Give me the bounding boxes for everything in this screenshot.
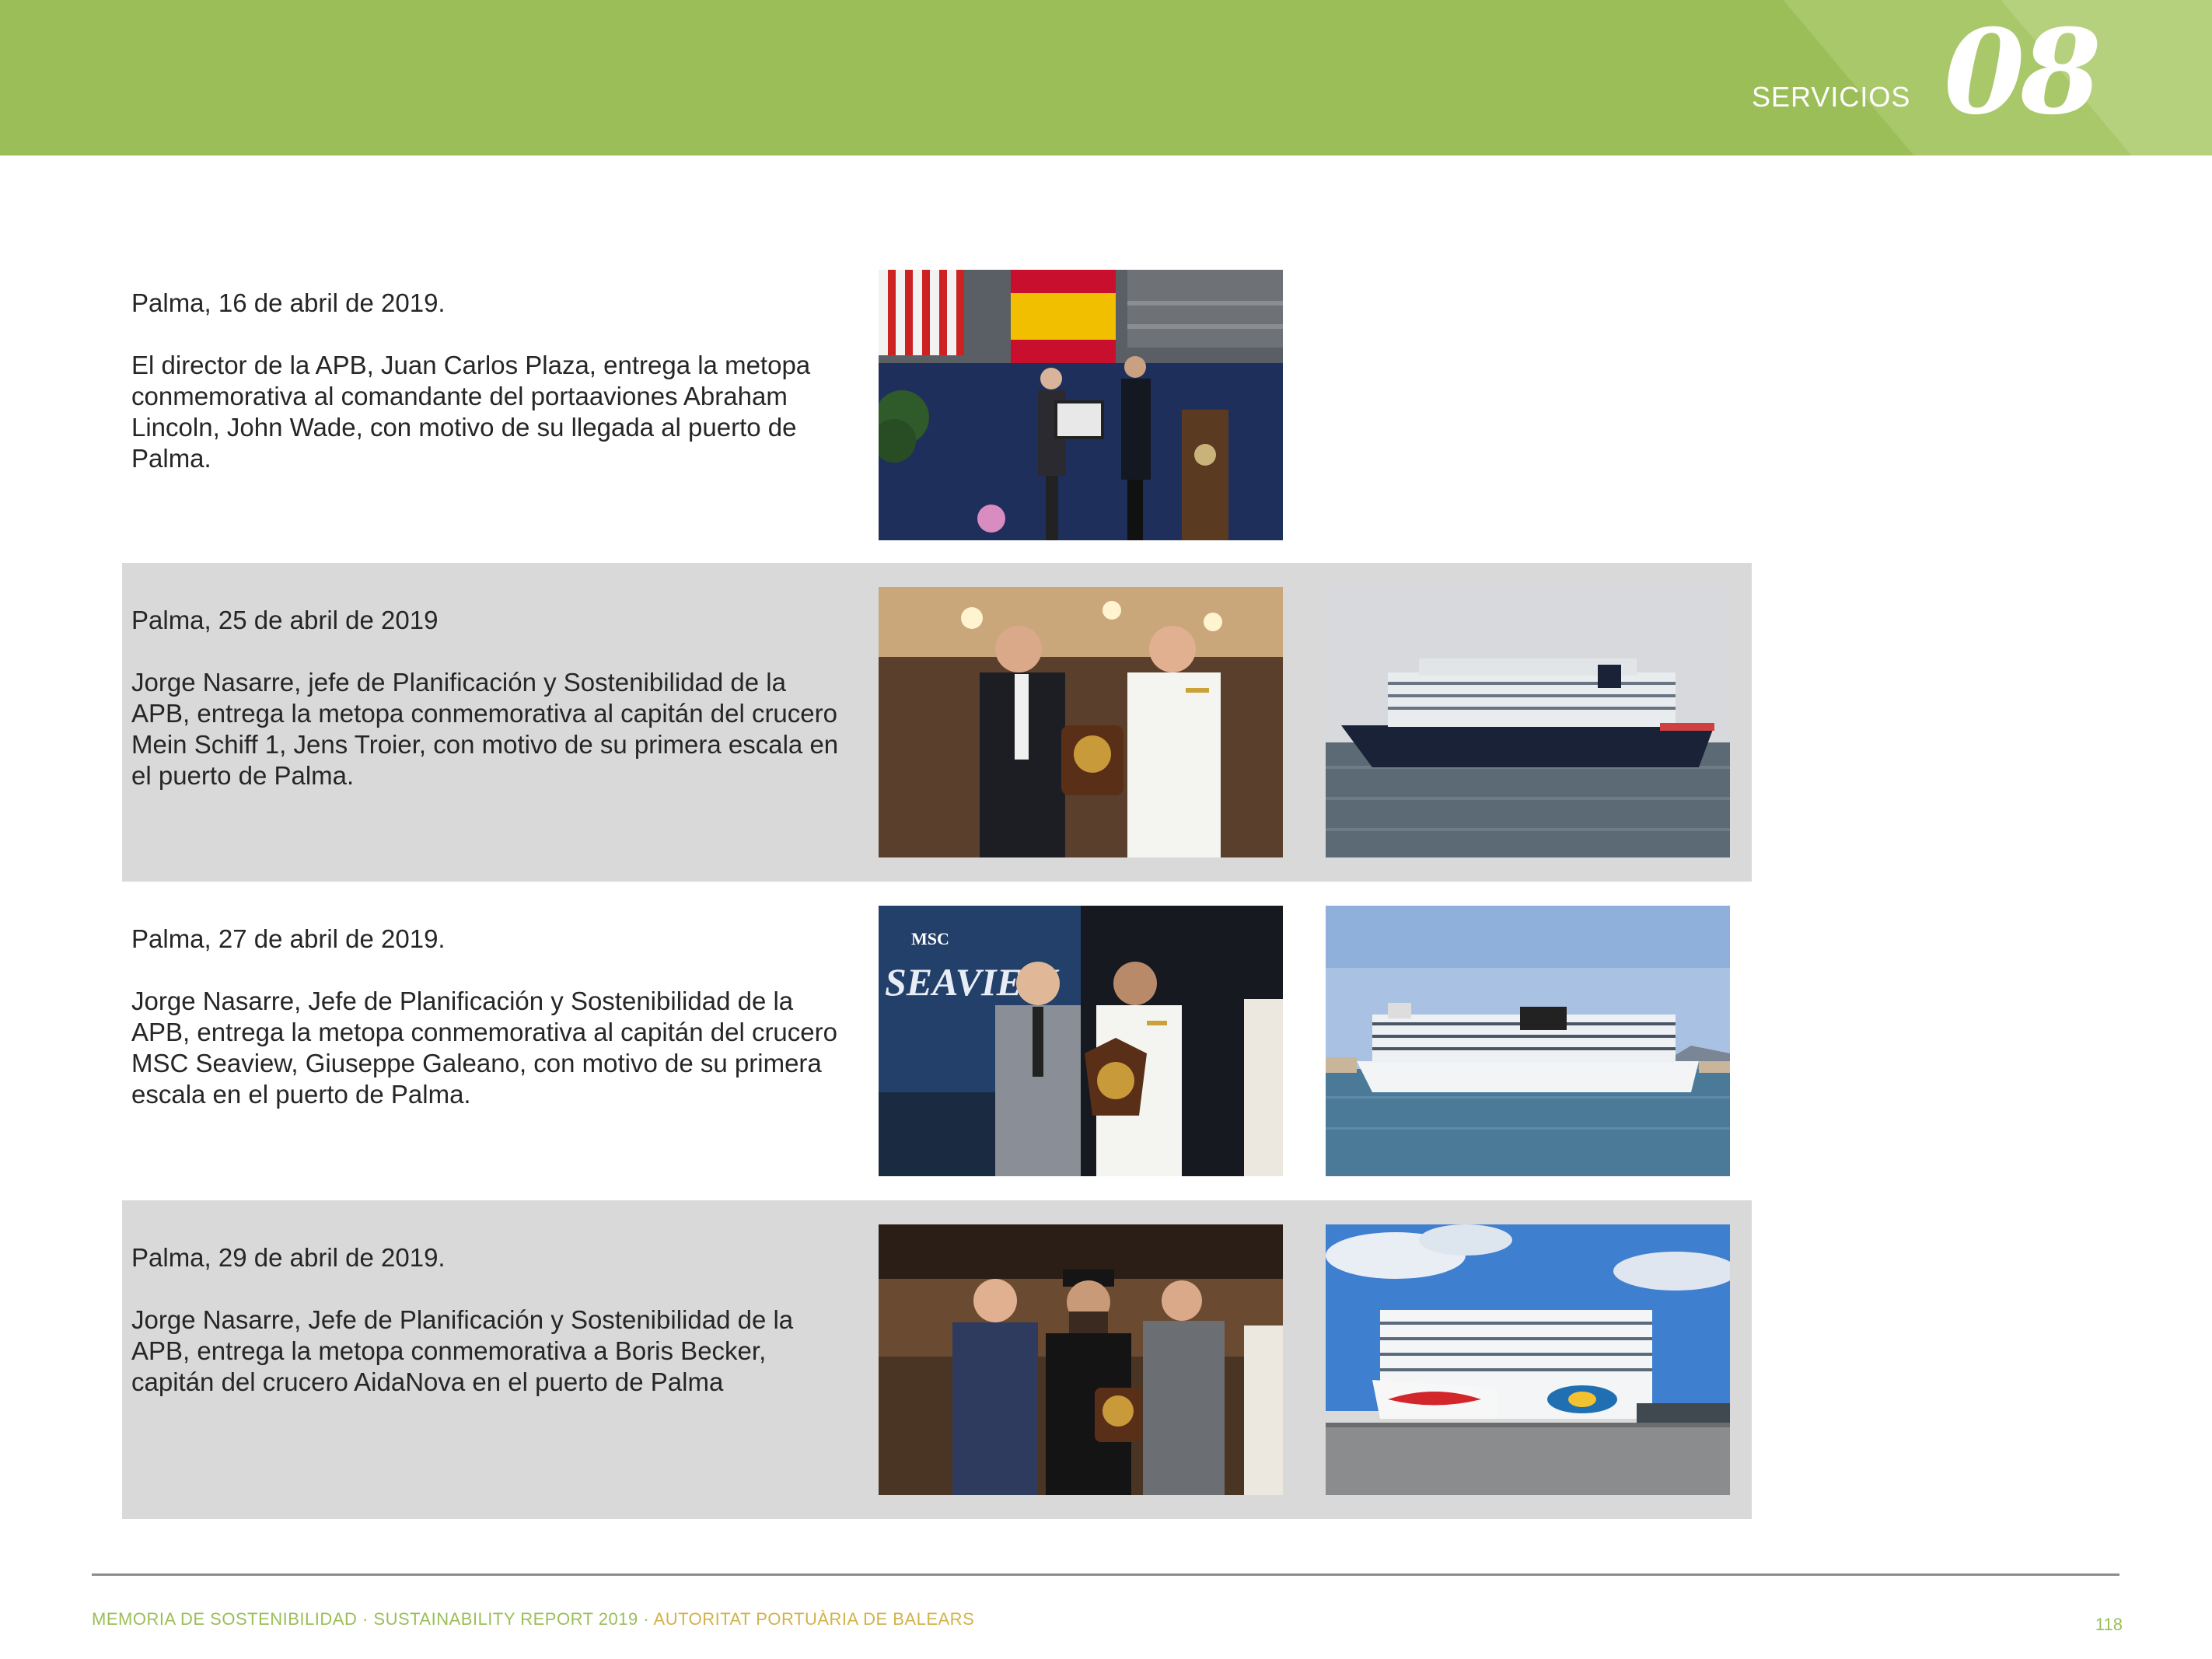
event-description: Jorge Nasarre, Jefe de Planificación y S… — [131, 1305, 794, 1396]
event-date: Palma, 27 de abril de 2019. — [131, 924, 446, 953]
msc-logo-text: MSC — [911, 929, 949, 948]
event-row-1: Palma, 16 de abril de 2019. El director … — [122, 246, 1752, 564]
event-description: Jorge Nasarre, Jefe de Planificación y S… — [131, 987, 837, 1109]
footer-report-title: MEMORIA DE SOSTENIBILIDAD · SUSTAINABILI… — [92, 1609, 974, 1629]
event-row-4: Palma, 29 de abril de 2019. Jorge Nasarr… — [122, 1200, 1752, 1519]
footer-divider — [92, 1573, 2119, 1576]
mein-schiff-ship-photo — [1326, 587, 1730, 857]
event-text: Palma, 25 de abril de 2019 Jorge Nasarre… — [131, 605, 847, 791]
event-text: Palma, 29 de abril de 2019. Jorge Nasarr… — [131, 1242, 847, 1398]
footer-report-name: MEMORIA DE SOSTENIBILIDAD · SUSTAINABILI… — [92, 1609, 654, 1629]
event-row-2: Palma, 25 de abril de 2019 Jorge Nasarre… — [122, 563, 1752, 882]
event-row-3: Palma, 27 de abril de 2019. Jorge Nasarr… — [122, 882, 1752, 1200]
event-date: Palma, 16 de abril de 2019. — [131, 288, 446, 317]
section-number: 08 — [1944, 4, 2102, 141]
footer-organization: AUTORITAT PORTUÀRIA DE BALEARS — [653, 1609, 975, 1629]
event-description: Jorge Nasarre, jefe de Planificación y S… — [131, 668, 839, 790]
plaque-handover-photo — [879, 587, 1283, 857]
page-number: 118 — [2095, 1615, 2123, 1634]
header-band: SERVICIOS 08 — [0, 0, 2212, 155]
ceremony-aircraft-carrier-photo — [879, 270, 1283, 540]
section-label: SERVICIOS — [1752, 81, 1911, 113]
event-text: Palma, 27 de abril de 2019. Jorge Nasarr… — [131, 924, 847, 1110]
event-date: Palma, 25 de abril de 2019 — [131, 606, 439, 634]
event-text: Palma, 16 de abril de 2019. El director … — [131, 288, 847, 474]
event-date: Palma, 29 de abril de 2019. — [131, 1243, 446, 1272]
plaque-handover-photo: MSC SEAVIEW — [879, 906, 1283, 1176]
event-description: El director de la APB, Juan Carlos Plaza… — [131, 351, 811, 473]
aidanova-ship-photo — [1326, 1224, 1730, 1495]
plaque-handover-photo — [879, 1224, 1283, 1495]
msc-seaview-ship-photo — [1326, 906, 1730, 1176]
